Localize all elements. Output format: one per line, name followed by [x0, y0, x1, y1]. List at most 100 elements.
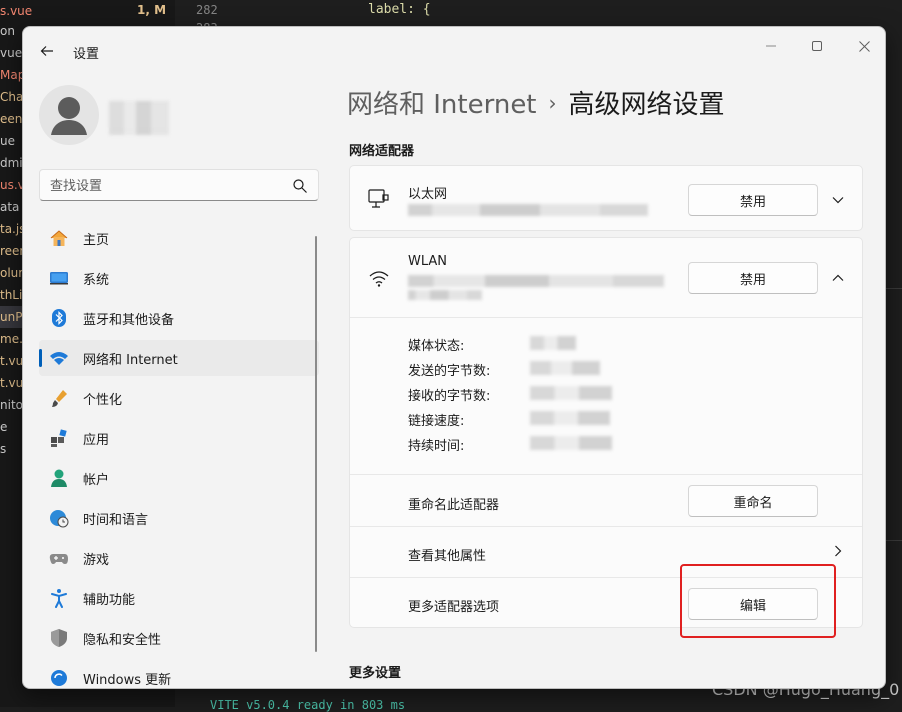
- brush-icon: [47, 386, 71, 410]
- maximize-button[interactable]: [803, 35, 831, 57]
- sidebar-item-privacy[interactable]: 隐私和安全性: [39, 620, 319, 656]
- sidebar-item-time-language[interactable]: 时间和语言: [39, 500, 319, 536]
- highlight-annotation: [680, 564, 836, 638]
- chevron-up-icon[interactable]: [830, 270, 846, 286]
- sidebar-item-home[interactable]: 主页: [39, 220, 319, 256]
- ethernet-adapter-card[interactable]: 以太网 禁用: [349, 165, 863, 231]
- wifi-icon: [369, 271, 389, 287]
- back-button[interactable]: [33, 37, 61, 65]
- file-item[interactable]: vue: [0, 42, 24, 64]
- divider: [350, 474, 862, 475]
- property-value-obscured: [530, 436, 612, 450]
- file-item[interactable]: me.: [0, 328, 24, 350]
- sidebar-item-accessibility[interactable]: 辅助功能: [39, 580, 319, 616]
- sidebar-item-label: Windows 更新: [83, 672, 172, 688]
- divider: [350, 317, 862, 318]
- wlan-disable-button[interactable]: 禁用: [688, 262, 818, 294]
- wifi-icon: [47, 346, 71, 370]
- user-icon: [51, 97, 87, 135]
- file-item[interactable]: s.vue: [0, 0, 60, 22]
- account-icon: [47, 466, 71, 490]
- sidebar-item-personalization[interactable]: 个性化: [39, 380, 319, 416]
- sidebar-item-label: 网络和 Internet: [83, 352, 178, 368]
- file-item[interactable]: unP: [0, 306, 24, 328]
- sidebar-item-system[interactable]: 系统: [39, 260, 319, 296]
- chevron-down-icon[interactable]: [830, 192, 846, 208]
- file-item[interactable]: ata: [0, 196, 24, 218]
- file-item[interactable]: reen: [0, 240, 24, 262]
- property-value-obscured: [530, 361, 600, 375]
- chevron-right-icon: ›: [548, 91, 557, 115]
- sidebar-item-label: 主页: [83, 232, 110, 248]
- sidebar-item-label: 游戏: [83, 552, 110, 568]
- file-item[interactable]: t.vue: [0, 350, 24, 372]
- sidebar-item-gaming[interactable]: 游戏: [39, 540, 319, 576]
- gamepad-icon: [47, 546, 71, 570]
- search-input[interactable]: [50, 175, 280, 197]
- minimize-button[interactable]: [757, 35, 785, 57]
- property-value-obscured: [530, 411, 610, 425]
- sidebar-item-network[interactable]: 网络和 Internet: [39, 340, 319, 376]
- line-number: 282: [196, 3, 218, 17]
- file-item[interactable]: nito: [0, 394, 24, 416]
- file-item[interactable]: ta.js: [0, 218, 24, 240]
- file-item[interactable]: dmi: [0, 152, 24, 174]
- sidebar-item-label: 应用: [83, 432, 110, 448]
- file-item[interactable]: e: [0, 416, 24, 438]
- sidebar-item-windows-update[interactable]: Windows 更新: [39, 660, 319, 688]
- sidebar-scrollbar[interactable]: [315, 236, 317, 652]
- wlan-description-obscured: [408, 275, 664, 287]
- file-item[interactable]: olum: [0, 262, 24, 284]
- property-label: 媒体状态:: [408, 339, 465, 354]
- file-item[interactable]: us.vu: [0, 174, 24, 196]
- ethernet-disable-button[interactable]: 禁用: [688, 184, 818, 216]
- sidebar-item-label: 系统: [83, 272, 110, 288]
- accessibility-icon: [47, 586, 71, 610]
- search-icon: [293, 179, 307, 193]
- code-line: label: {: [368, 2, 431, 17]
- file-item[interactable]: thLi: [0, 284, 24, 306]
- file-item[interactable]: ue: [0, 130, 24, 152]
- bluetooth-icon: [47, 306, 71, 330]
- sidebar-item-label: 蓝牙和其他设备: [83, 312, 175, 328]
- file-item[interactable]: Char: [0, 86, 24, 108]
- view-more-properties-label: 查看其他属性: [408, 549, 487, 564]
- sidebar-nav: 主页 系统 蓝牙和其他设备 网络和 Internet 个性化 应用 帐户 时间和…: [39, 220, 319, 688]
- sidebar-item-label: 辅助功能: [83, 592, 136, 608]
- globe-clock-icon: [47, 506, 71, 530]
- sidebar-item-bluetooth[interactable]: 蓝牙和其他设备: [39, 300, 319, 336]
- property-value-obscured: [530, 336, 576, 350]
- sidebar-item-label: 时间和语言: [83, 512, 149, 528]
- search-box[interactable]: [39, 169, 319, 201]
- file-item[interactable]: een.: [0, 108, 24, 130]
- file-status-badge: 1, M: [137, 3, 167, 17]
- property-label: 接收的字节数:: [408, 389, 491, 404]
- section-heading-adapters: 网络适配器: [349, 144, 415, 159]
- editor-minimap: [886, 0, 902, 707]
- wlan-name: WLAN: [408, 254, 448, 269]
- avatar[interactable]: [39, 85, 99, 145]
- title-bar: 设置: [23, 27, 885, 73]
- sidebar-item-accounts[interactable]: 帐户: [39, 460, 319, 496]
- section-heading-more-settings: 更多设置: [349, 666, 402, 681]
- sidebar-item-label: 隐私和安全性: [83, 632, 162, 648]
- file-item[interactable]: t.vue: [0, 372, 24, 394]
- file-item[interactable]: s: [0, 438, 24, 460]
- breadcrumb-parent[interactable]: 网络和 Internet: [347, 90, 537, 120]
- file-item[interactable]: on: [0, 20, 24, 42]
- minimize-icon: [766, 45, 776, 47]
- sidebar-item-label: 个性化: [83, 392, 123, 408]
- sidebar-item-label: 帐户: [83, 472, 110, 488]
- ethernet-icon: [368, 189, 389, 208]
- arrow-left-icon: [40, 46, 53, 56]
- home-icon: [47, 226, 71, 250]
- property-value-obscured: [530, 386, 612, 400]
- sidebar-item-apps[interactable]: 应用: [39, 420, 319, 456]
- rename-adapter-label: 重命名此适配器: [408, 498, 500, 513]
- rename-button[interactable]: 重命名: [688, 485, 818, 517]
- wlan-description-obscured: [408, 290, 482, 300]
- property-label: 发送的字节数:: [408, 364, 491, 379]
- file-item[interactable]: Map: [0, 64, 24, 86]
- settings-window: 设置 主页 系统 蓝牙和其他设备: [22, 26, 886, 689]
- close-button[interactable]: [850, 35, 878, 57]
